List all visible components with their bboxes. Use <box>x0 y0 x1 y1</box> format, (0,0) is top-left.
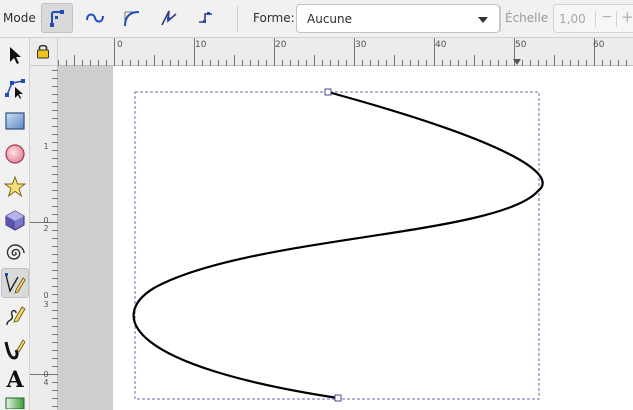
spiral-tool-button[interactable] <box>1 238 29 268</box>
bspline-icon <box>124 11 140 27</box>
ruler-position-marker-icon <box>513 59 521 65</box>
mode-bspline-button[interactable] <box>115 3 147 33</box>
horizontal-ruler-ticks <box>58 38 627 66</box>
pen-icon <box>5 273 26 294</box>
path-start-node[interactable] <box>324 88 332 96</box>
ruler-label: 40 <box>435 40 447 50</box>
scale-value: 1,00 <box>559 12 586 26</box>
calligraphy-icon <box>4 339 26 360</box>
horizontal-ruler[interactable]: 0 10 20 30 40 50 60 <box>58 38 633 66</box>
ruler-label: 4 <box>43 378 49 387</box>
shape-label: Forme: <box>253 11 295 25</box>
rectangle-icon <box>5 112 25 130</box>
drawing-layer[interactable] <box>58 66 633 410</box>
ruler-label: 30 <box>355 40 367 50</box>
shape-dropdown[interactable]: Aucune <box>296 4 500 33</box>
chevron-down-icon <box>478 17 488 23</box>
ruler-label: 1 <box>43 142 49 151</box>
ruler-corner <box>30 38 58 66</box>
vertical-ruler[interactable]: 1 0 2 0 3 0 4 <box>30 66 58 410</box>
star-tool-button[interactable] <box>1 172 29 202</box>
selector-tool-button[interactable] <box>1 40 29 70</box>
tool-controls-bar: Mode : Forme: Aucune Échelle: 1,00 − + <box>0 0 633 38</box>
selector-icon <box>10 47 21 64</box>
rectangle-tool-button[interactable] <box>1 106 29 136</box>
text-icon: A <box>6 367 24 393</box>
ruler-label: 2 <box>43 224 49 233</box>
spinbox-divider <box>595 11 596 27</box>
vertical-ruler-ticks <box>30 70 58 407</box>
selection-bounding-box <box>134 91 540 400</box>
3dbox-tool-button[interactable] <box>1 205 29 235</box>
s-curve-path[interactable] <box>132 90 544 400</box>
star-icon <box>4 176 26 198</box>
path-end-node[interactable] <box>334 394 342 402</box>
scale-decrement-button[interactable]: − <box>601 9 613 25</box>
scale-spinbox[interactable]: 1,00 − + <box>553 4 633 33</box>
toolbox: A <box>0 38 30 410</box>
gradient-tool-button[interactable] <box>1 394 29 410</box>
zigzag-icon <box>161 10 177 26</box>
ruler-label: 50 <box>515 40 527 50</box>
ruler-label: 60 <box>593 40 605 50</box>
mode-label: Mode : <box>3 11 44 25</box>
text-tool-button[interactable]: A <box>1 365 29 395</box>
pencil-icon <box>6 306 26 326</box>
ruler-label: 3 <box>43 300 49 309</box>
ruler-label: 10 <box>195 40 207 50</box>
calligraphy-tool-button[interactable] <box>1 334 29 364</box>
pencil-tool-button[interactable] <box>1 301 29 331</box>
toolbar-separator <box>237 6 238 32</box>
mode-zigzag-button[interactable] <box>153 3 185 33</box>
spiral-icon <box>6 244 25 260</box>
circle-tool-button[interactable] <box>1 139 29 169</box>
gradient-icon <box>5 397 25 409</box>
regular-bezier-icon <box>50 10 64 27</box>
pen-tool-button[interactable] <box>1 268 29 298</box>
mode-spiro-button[interactable] <box>79 3 111 33</box>
scale-increment-button[interactable]: + <box>621 8 633 26</box>
lock-icon[interactable] <box>36 43 50 59</box>
spinbox-divider <box>616 11 617 27</box>
mode-regular-bezier-button[interactable] <box>41 3 73 33</box>
spiro-icon <box>86 13 104 23</box>
paraxial-icon <box>199 12 212 23</box>
ruler-label: 20 <box>275 40 287 50</box>
toolbar-separator <box>500 6 501 32</box>
3d-box-icon <box>5 210 25 231</box>
node-editor-icon <box>5 79 25 99</box>
scale-label: Échelle : <box>505 11 557 25</box>
circle-icon <box>5 144 25 164</box>
ruler-label: 0 <box>117 40 123 50</box>
mode-paraxial-button[interactable] <box>189 3 221 33</box>
ruler-label: 0 <box>43 291 49 300</box>
shape-dropdown-value: Aucune <box>307 12 353 26</box>
node-tool-button[interactable] <box>1 73 29 103</box>
